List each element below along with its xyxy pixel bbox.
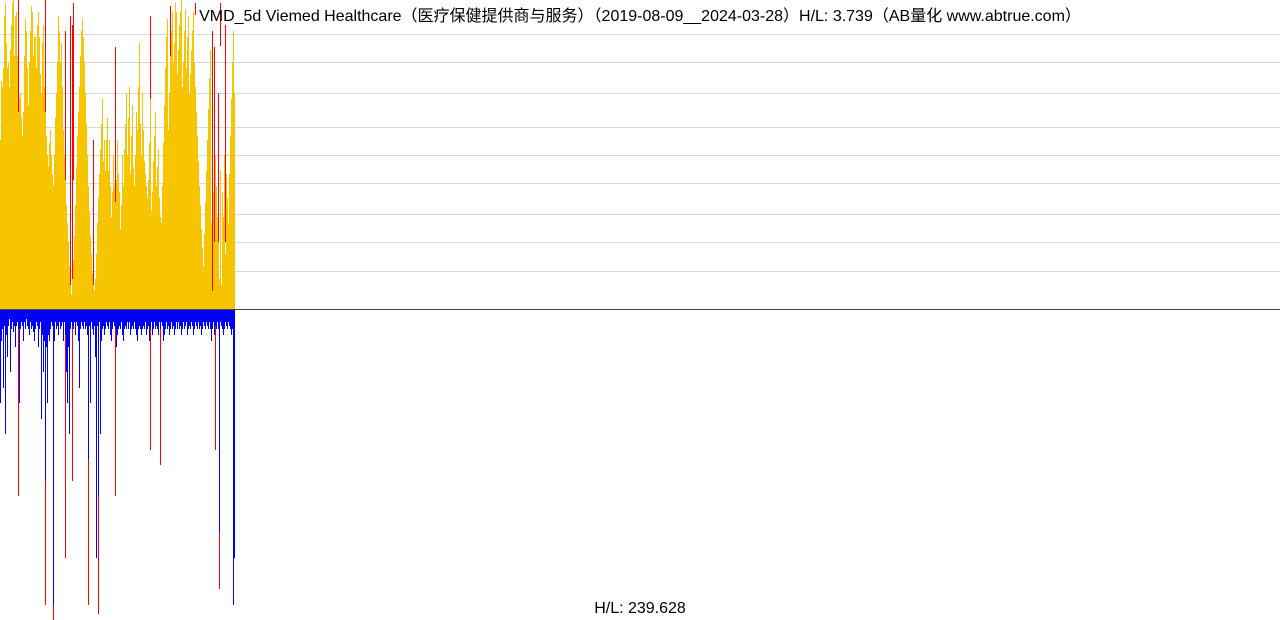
bar-lower (90, 310, 91, 403)
chart-container: VMD_5d Viemed Healthcare（医疗保健提供商与服务）（201… (0, 0, 1280, 620)
chart-title: VMD_5d Viemed Healthcare（医疗保健提供商与服务）（201… (0, 2, 1280, 26)
bar-lower (219, 310, 220, 533)
red-marker-lower (72, 310, 73, 481)
red-marker-upper (93, 140, 94, 304)
red-marker-upper (73, 3, 74, 180)
red-marker-lower (215, 310, 216, 450)
bar-lower (98, 310, 99, 496)
bar-lower (88, 310, 89, 459)
footer-label: H/L: 239.628 (0, 600, 1280, 618)
bar-lower (69, 310, 70, 434)
bar-upper (234, 93, 235, 310)
bar-lower (234, 310, 235, 558)
baseline (0, 309, 1280, 310)
bar-lower (96, 310, 97, 558)
red-marker-lower (150, 310, 151, 450)
bar-lower (53, 310, 54, 605)
red-marker-lower (160, 310, 161, 465)
red-marker-upper (70, 16, 71, 295)
lower-panel (0, 310, 1280, 620)
upper-panel (0, 0, 1280, 310)
